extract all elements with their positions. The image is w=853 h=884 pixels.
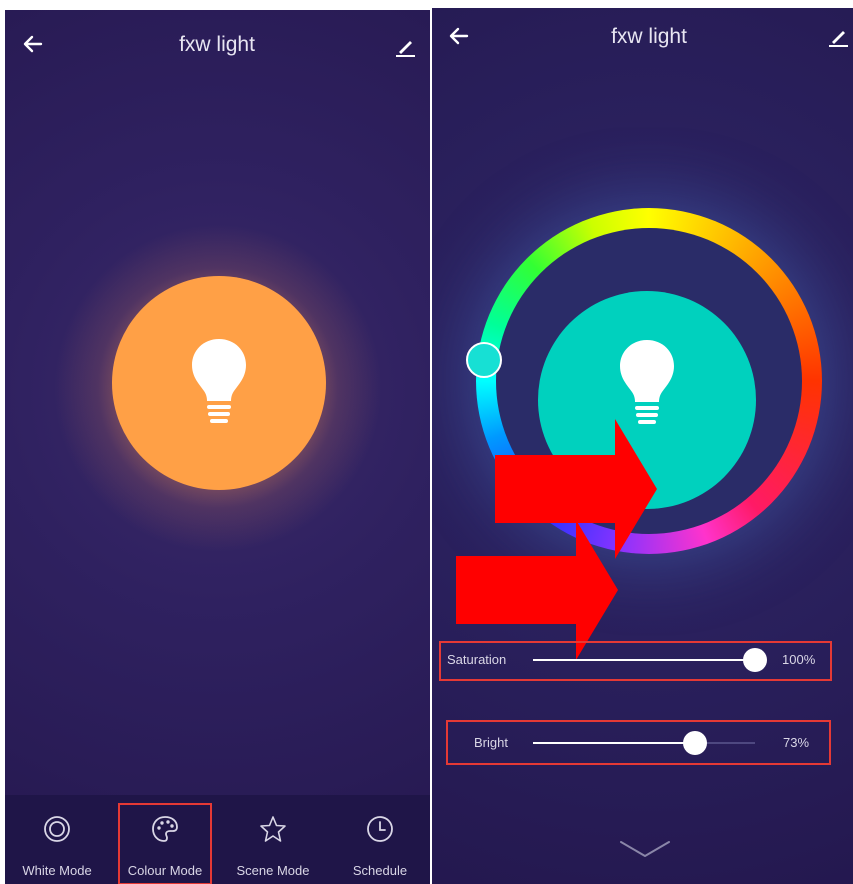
nav-white-mode[interactable]: White Mode (7, 795, 107, 884)
saturation-fill (533, 659, 755, 661)
saturation-label: Saturation (447, 652, 507, 667)
page-title: fxw light (611, 25, 687, 48)
lightbulb-icon (192, 339, 246, 423)
pencil-icon (829, 31, 848, 47)
colour-mode-highlight (118, 803, 212, 884)
lightbulb-icon (620, 340, 674, 424)
page-title: fxw light (179, 33, 255, 56)
brightness-slider[interactable] (533, 731, 755, 755)
clock-icon (367, 816, 393, 842)
nav-schedule[interactable]: Schedule (330, 795, 430, 884)
nav-label: Schedule (352, 863, 408, 878)
colour-mode-screen: fxw light Saturation 100% Bright 73% (432, 8, 853, 884)
arrow-left-icon (23, 35, 43, 53)
hue-handle[interactable] (466, 342, 502, 378)
brightness-thumb[interactable] (683, 731, 708, 755)
red-arrow-icon (456, 520, 618, 660)
brightness-fill (533, 742, 696, 744)
saturation-thumb[interactable] (743, 648, 767, 672)
star-icon (260, 816, 286, 842)
nav-scene-mode[interactable]: Scene Mode (223, 795, 323, 884)
nav-label: Scene Mode (236, 863, 310, 878)
saturation-value: 100% (782, 652, 816, 667)
back-button[interactable] (447, 24, 471, 52)
brightness-label: Bright (474, 735, 508, 750)
nav-label: White Mode (22, 863, 92, 878)
white-colour-screen: fxw light White Mode Colour Mode Scene M… (5, 10, 430, 884)
brightness-value: 73% (783, 735, 810, 750)
arrow-left-icon (449, 27, 469, 45)
pencil-icon (396, 41, 415, 57)
white-mode-icon (44, 816, 70, 842)
chevron-down-icon[interactable] (618, 838, 672, 860)
edit-button[interactable] (393, 34, 417, 58)
edit-button[interactable] (826, 24, 850, 48)
bottom-nav: White Mode Colour Mode Scene Mode Schedu… (5, 795, 430, 884)
saturation-slider[interactable] (533, 648, 767, 672)
back-button[interactable] (21, 32, 45, 60)
